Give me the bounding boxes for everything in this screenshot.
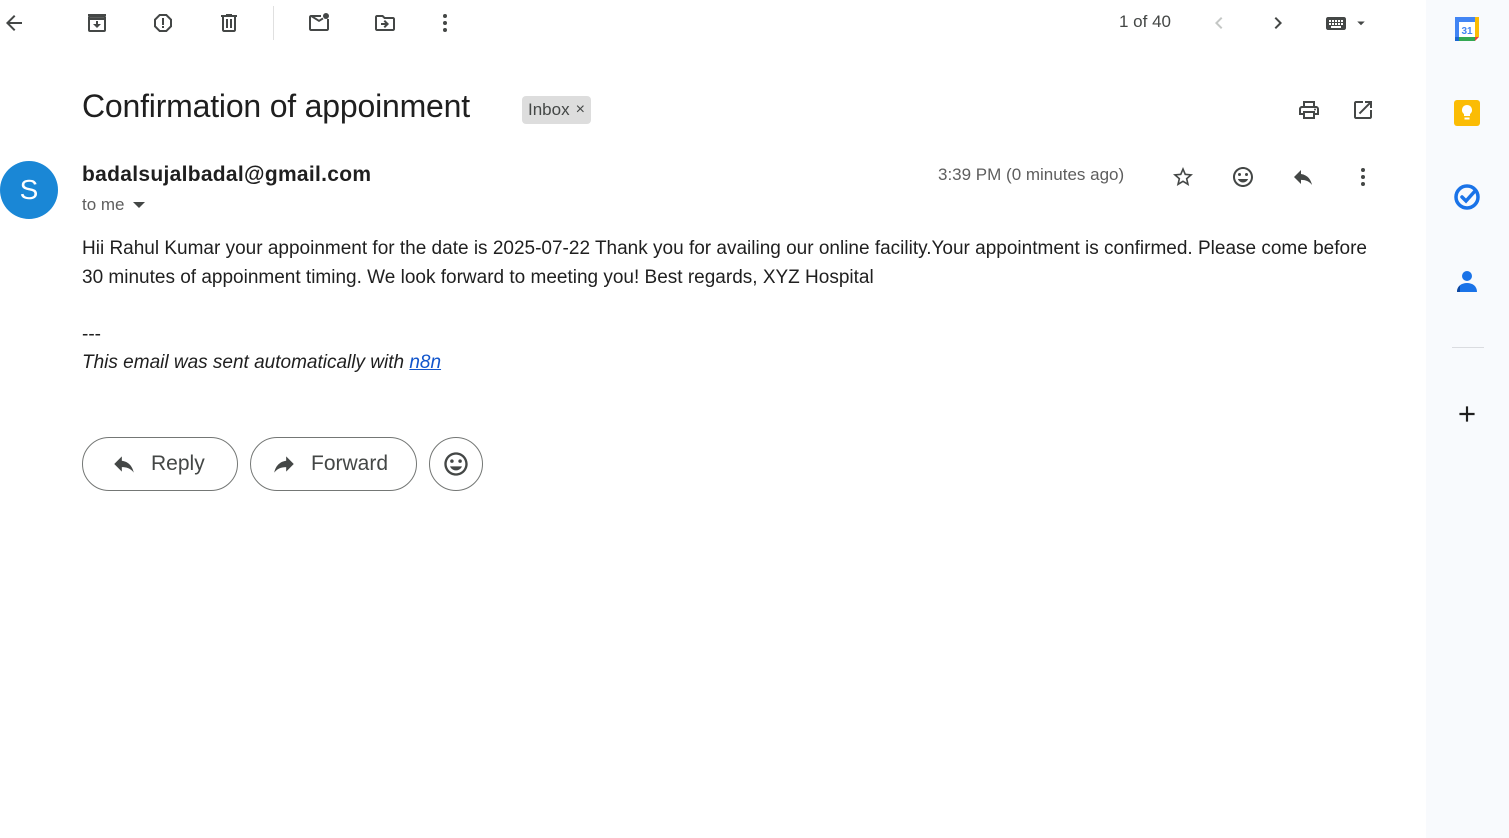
- chevron-right-icon: [1274, 17, 1282, 29]
- recipient-text: to me: [82, 195, 125, 214]
- side-panel: 31: [1426, 0, 1509, 838]
- more-vert-icon: [1361, 168, 1365, 186]
- move-to-icon: [375, 15, 395, 31]
- reply-button[interactable]: Reply: [82, 437, 238, 491]
- recipient-details-toggle[interactable]: to me: [82, 195, 145, 215]
- label-text: Inbox: [528, 100, 570, 119]
- star-button[interactable]: [1163, 157, 1203, 197]
- chevron-down-icon: [132, 202, 145, 208]
- contacts-icon: [1457, 271, 1477, 292]
- print-icon: [1299, 101, 1319, 119]
- signature-text: This email was sent automatically with: [82, 352, 410, 373]
- add-icon: [1459, 406, 1475, 422]
- message-view: 1 of 40 Confirmation of appoinment Inbox…: [0, 0, 1426, 838]
- sender-avatar[interactable]: S: [0, 161, 58, 219]
- open-new-window-button[interactable]: [1343, 90, 1383, 130]
- emoji-icon: [1233, 167, 1253, 187]
- star-outline-icon: [1173, 167, 1193, 186]
- reply-icon-button[interactable]: [1283, 157, 1323, 197]
- pager-count: 1 of 40: [1119, 12, 1171, 31]
- arrow-left-icon: [6, 15, 22, 31]
- avatar-letter: S: [19, 174, 39, 205]
- forward-label: Forward: [311, 452, 389, 475]
- move-to-button[interactable]: [365, 3, 405, 43]
- mark-unread-button[interactable]: [299, 3, 339, 43]
- tasks-app-button[interactable]: [1448, 178, 1486, 216]
- open-in-new-icon: [1354, 101, 1372, 119]
- mark-unread-icon: [309, 13, 329, 31]
- report-spam-icon: [154, 14, 172, 32]
- print-button[interactable]: [1289, 90, 1329, 130]
- input-tools-button[interactable]: [1316, 3, 1376, 43]
- older-button[interactable]: [1258, 3, 1298, 43]
- newer-button[interactable]: [1199, 3, 1239, 43]
- signature-separator: ---: [82, 324, 101, 345]
- side-panel-divider: [1452, 347, 1484, 348]
- calendar-icon: 31: [1455, 17, 1479, 41]
- add-reaction-button[interactable]: [1223, 157, 1263, 197]
- sender-email[interactable]: badalsujalbadal@gmail.com: [82, 163, 371, 187]
- caret-down-icon: [1357, 21, 1365, 26]
- back-button[interactable]: [0, 3, 34, 43]
- n8n-link[interactable]: n8n: [409, 352, 441, 373]
- emoji-icon: [444, 452, 468, 476]
- message-more-button[interactable]: [1343, 157, 1383, 197]
- remove-label-icon[interactable]: ×: [576, 101, 585, 119]
- calendar-day: 31: [1461, 26, 1473, 37]
- email-body: Hii Rahul Kumar your appoinment for the …: [82, 238, 1367, 288]
- more-vert-icon: [443, 14, 447, 32]
- keep-app-button[interactable]: [1448, 94, 1486, 132]
- contacts-app-button[interactable]: [1448, 262, 1486, 300]
- reply-icon: [114, 456, 134, 473]
- more-options-button[interactable]: [425, 3, 465, 43]
- inbox-label-chip[interactable]: Inbox ×: [522, 96, 591, 124]
- forward-icon: [274, 456, 294, 473]
- toolbar-divider: [273, 6, 274, 40]
- signature-line: This email was sent automatically with n…: [82, 352, 441, 374]
- keyboard-icon: [1326, 17, 1346, 30]
- report-spam-button[interactable]: [143, 3, 183, 43]
- archive-icon: [88, 14, 106, 32]
- calendar-app-button[interactable]: 31: [1448, 10, 1486, 48]
- trash-icon: [221, 14, 237, 32]
- reply-label: Reply: [151, 452, 205, 475]
- email-subject: Confirmation of appoinment: [82, 88, 470, 124]
- keep-icon: [1454, 100, 1480, 126]
- delete-button[interactable]: [209, 3, 249, 43]
- emoji-reaction-button[interactable]: [429, 437, 483, 491]
- archive-button[interactable]: [77, 3, 117, 43]
- forward-button[interactable]: Forward: [250, 437, 417, 491]
- reply-icon: [1294, 170, 1312, 185]
- message-timestamp: 3:39 PM (0 minutes ago): [938, 165, 1125, 184]
- get-add-ons-button[interactable]: [1448, 395, 1486, 433]
- tasks-icon: [1454, 184, 1480, 210]
- chevron-left-icon: [1215, 17, 1223, 29]
